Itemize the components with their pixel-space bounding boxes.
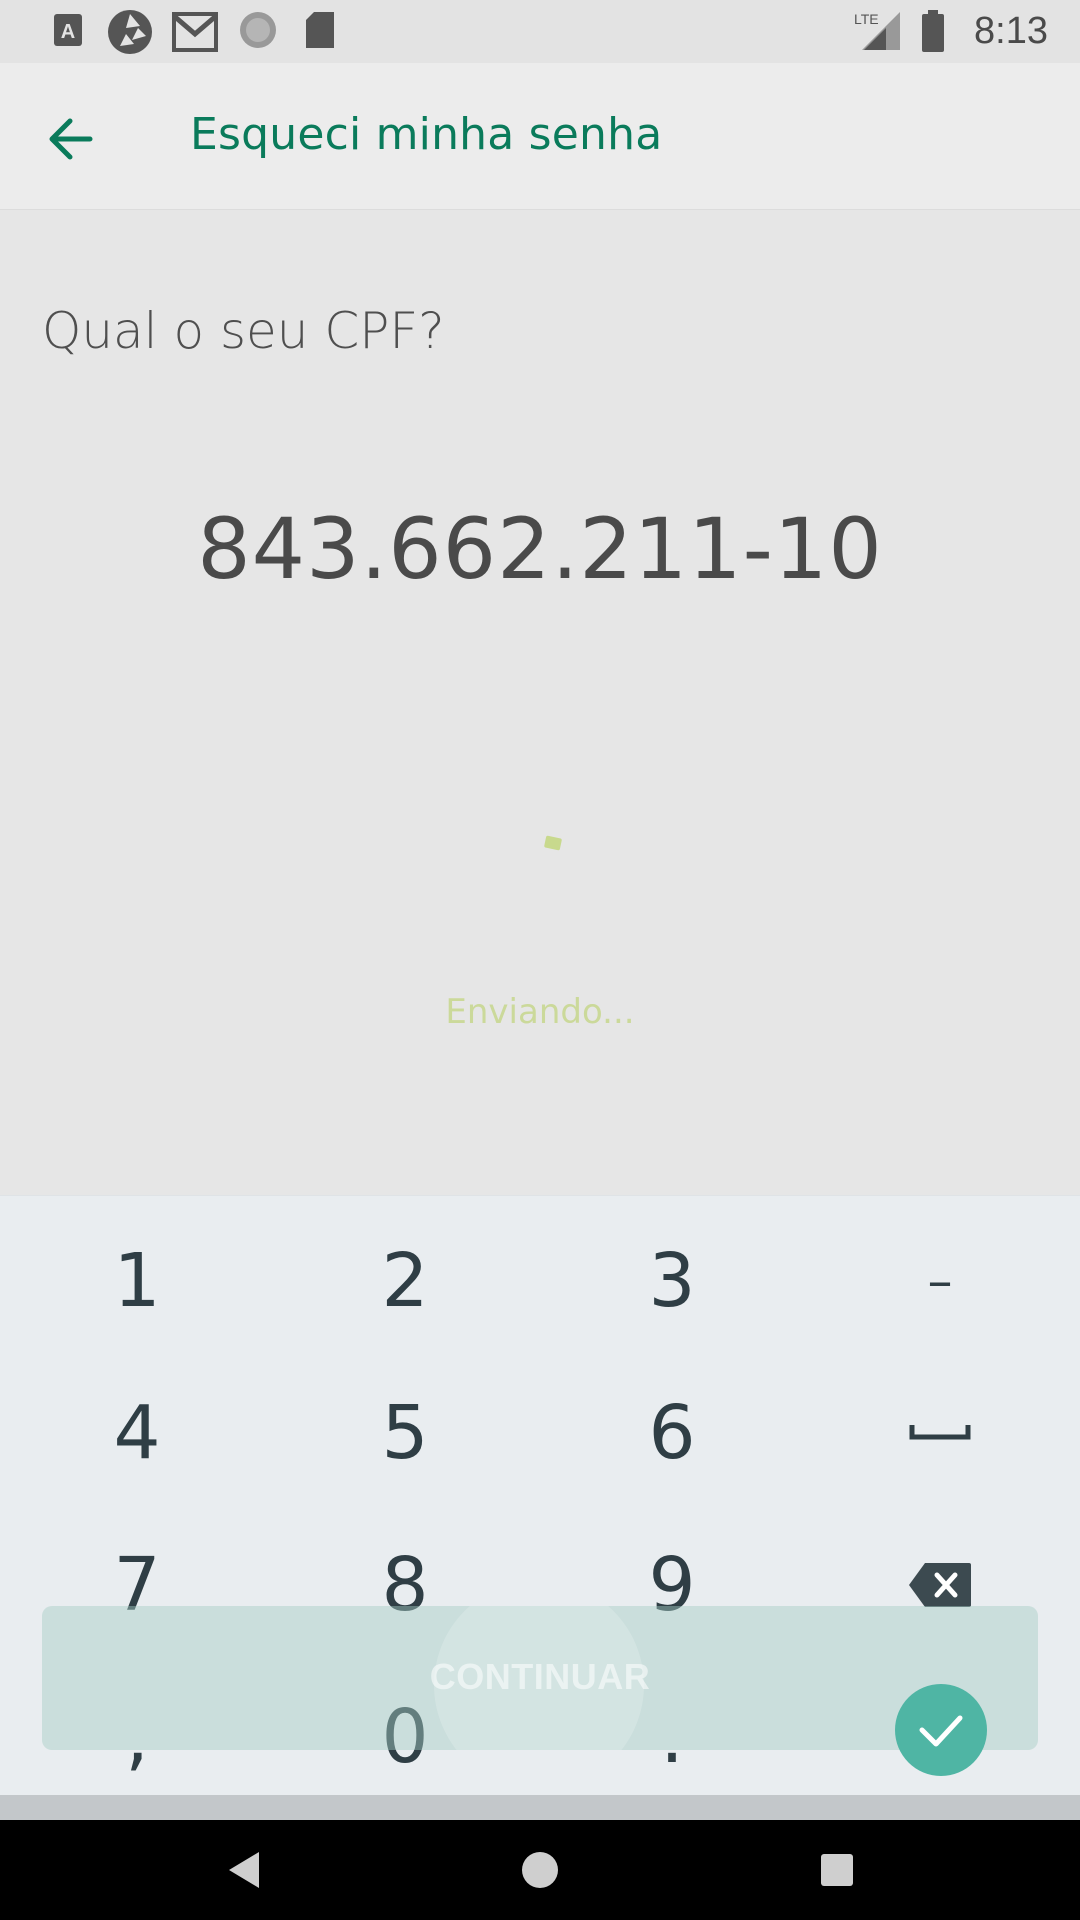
page-title: Esqueci minha senha [190,109,663,160]
key-dash[interactable]: – [840,1216,1040,1346]
key-space[interactable] [840,1368,1040,1498]
main-content: Qual o seu CPF? 843.662.211-10 Enviando.… [0,210,1080,1195]
key-6[interactable]: 6 [572,1368,772,1498]
key-label: – [927,1252,953,1310]
keyboard-bottom-strip [0,1795,1080,1820]
loading-spinner [543,835,563,851]
done-key[interactable] [895,1684,987,1776]
gmail-icon [172,12,218,57]
continue-button[interactable]: CONTINUAR [42,1606,1038,1750]
svg-text:A: A [61,21,75,43]
circle-icon [238,10,278,55]
backspace-icon [909,1563,971,1607]
app-bar: Esqueci minha senha [0,63,1080,210]
arrow-left-icon [49,118,93,160]
continue-label: CONTINUAR [429,1656,651,1697]
space-icon [909,1425,971,1440]
navigation-bar [0,1820,1080,1920]
nav-recents-button[interactable] [807,1840,867,1900]
key-5[interactable]: 5 [305,1368,505,1498]
sd-card-icon [304,10,336,55]
triangle-back-icon [229,1852,259,1888]
shutter-icon [106,8,154,61]
circle-home-icon [522,1852,558,1888]
nav-back-button[interactable] [215,1840,275,1900]
status-text: Enviando... [445,992,635,1032]
screen: A LTE 8:13 Esqueci minha senha Qual o se… [0,0,1080,1920]
key-label: 2 [381,1238,429,1324]
key-2[interactable]: 2 [305,1216,505,1346]
a-icon: A [52,12,84,53]
key-3[interactable]: 3 [572,1216,772,1346]
signal-icon: LTE [852,10,902,57]
key-label: 1 [113,1238,161,1324]
nav-home-button[interactable] [510,1840,570,1900]
square-recents-icon [821,1854,853,1886]
status-time: 8:13 [974,10,1048,52]
key-4[interactable]: 4 [37,1368,237,1498]
back-button[interactable] [40,107,104,171]
cpf-input-display[interactable]: 843.662.211-10 [0,500,1080,598]
battery-icon [920,10,946,57]
svg-text:LTE: LTE [854,11,879,27]
cpf-question: Qual o seu CPF? [42,302,445,360]
key-label: 5 [381,1390,429,1476]
check-icon [919,1715,963,1747]
key-label: 3 [648,1238,696,1324]
key-1[interactable]: 1 [37,1216,237,1346]
status-bar: A LTE 8:13 [0,0,1080,63]
key-label: 6 [648,1390,696,1476]
key-label: 4 [113,1390,161,1476]
